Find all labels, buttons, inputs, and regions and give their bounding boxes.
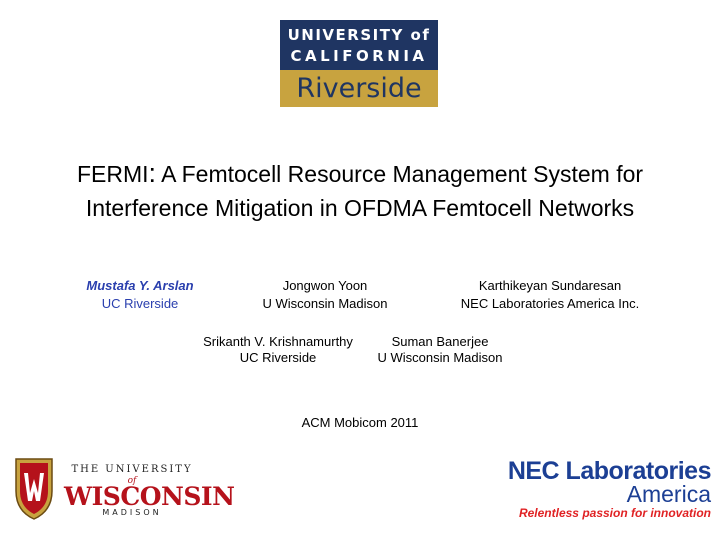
ucr-logo-line1: UNIVERSITY of <box>287 26 431 44</box>
author-name-1: Mustafa Y. Arslan <box>86 278 194 293</box>
nec-logo-tagline: Relentless passion for innovation <box>518 506 711 520</box>
title-acronym: FERMI <box>76 161 149 187</box>
wisconsin-logo-line1: THE UNIVERSITY <box>71 464 193 475</box>
author-affiliation-4: UC Riverside <box>239 350 317 365</box>
author-affiliation-5: U Wisconsin Madison <box>377 350 503 365</box>
author-affiliation-3: NEC Laboratories America Inc. <box>460 296 640 311</box>
ucr-logo-line3: Riverside <box>296 73 422 104</box>
title-line1: FERMI: A Femtocell Resource Management S… <box>0 156 720 191</box>
ucr-logo: UNIVERSITY of CALIFORNIA Riverside <box>280 20 438 107</box>
author-name-5: Suman Banerjee <box>391 334 489 349</box>
nec-logo: NEC Laboratories America Relentless pass… <box>508 455 715 525</box>
wisconsin-logo: THE UNIVERSITY of WISCONSIN MADISON <box>12 455 235 521</box>
venue: ACM Mobicom 2011 <box>301 415 419 430</box>
title-line2: Interference Mitigation in OFDMA Femtoce… <box>85 195 635 221</box>
title-line1-rest: A Femtocell Resource Management System f… <box>156 161 644 187</box>
wisconsin-logo-line4: MADISON <box>102 508 162 517</box>
author-name-4: Srikanth V. Krishnamurthy <box>203 334 353 349</box>
slide-title: FERMI: A Femtocell Resource Management S… <box>0 156 720 225</box>
nec-logo-line2: America <box>626 481 711 507</box>
author-name-2: Jongwon Yoon <box>282 278 368 293</box>
author-affiliation-2: U Wisconsin Madison <box>262 296 388 311</box>
wisconsin-crest-icon <box>15 458 53 520</box>
author-name-3: Karthikeyan Sundaresan <box>478 278 622 293</box>
title-colon: : <box>148 158 157 188</box>
ucr-logo-line2: CALIFORNIA <box>290 47 428 65</box>
wisconsin-logo-line3: WISCONSIN <box>64 482 235 511</box>
author-affiliation-1: UC Riverside <box>101 296 179 311</box>
